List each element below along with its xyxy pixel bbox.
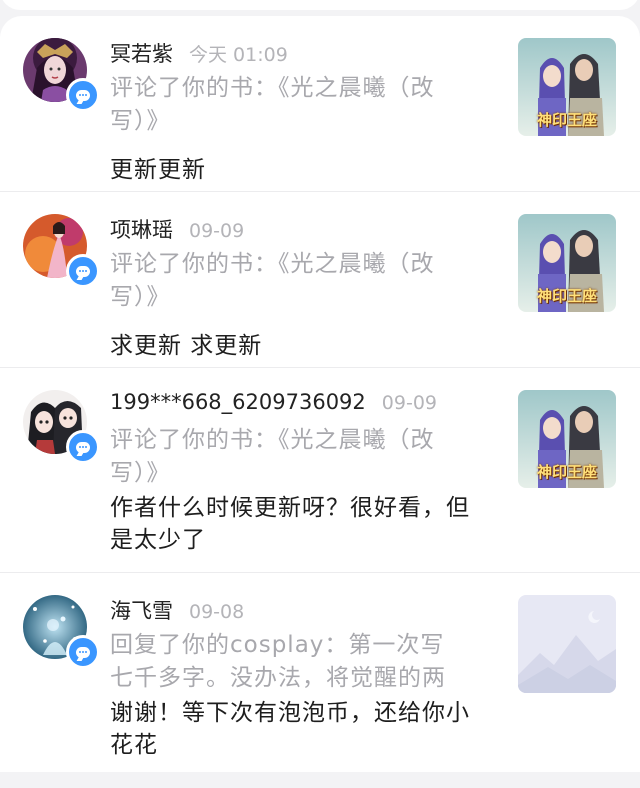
action-text: 回复了你的cosplay：第一次写七千多字。没办法，将觉醒的两集… <box>110 632 446 691</box>
comment-text: 谢谢！等下次有泡泡币，还给你小花花 <box>110 700 470 758</box>
timestamp: 09-09 <box>189 220 245 242</box>
user-name[interactable]: 项琳瑶 <box>110 214 173 244</box>
comment-badge-icon <box>66 635 100 669</box>
notification-list: 冥若紫 今天 01:09 评论了你的书：《光之晨曦（改写）》 更新更新 神印王座 <box>0 16 640 772</box>
action-text: 评论了你的书：《光之晨曦（改写）》 <box>110 75 435 134</box>
user-name[interactable]: 海飞雪 <box>110 595 173 625</box>
timestamp: 09-08 <box>189 601 245 623</box>
user-name[interactable]: 199***668_6209736092 <box>110 390 366 414</box>
comment-text: 求更新 求更新 <box>110 333 263 359</box>
book-cover-thumbnail[interactable]: 神印王座 <box>518 38 616 136</box>
comment-badge-icon <box>66 430 100 464</box>
top-strip <box>0 0 640 16</box>
placeholder-thumbnail[interactable] <box>518 595 616 693</box>
comment-text: 作者什么时候更新呀？很好看，但是太少了 <box>110 495 470 553</box>
notification-item[interactable]: 199***668_6209736092 09-09 评论了你的书：《光之晨曦（… <box>0 368 640 573</box>
notification-item[interactable]: 海飞雪 09-08 回复了你的cosplay：第一次写七千多字。没办法，将觉醒的… <box>0 573 640 772</box>
timestamp: 今天 01:09 <box>189 44 288 66</box>
notification-item[interactable]: 项琳瑶 09-09 评论了你的书：《光之晨曦（改写）》 求更新 求更新 神印王座 <box>0 192 640 368</box>
book-title-art: 神印王座 <box>536 287 597 305</box>
book-title-art: 神印王座 <box>536 463 597 481</box>
book-cover-thumbnail[interactable]: 神印王座 <box>518 390 616 488</box>
action-text: 评论了你的书：《光之晨曦（改写）》 <box>110 427 435 486</box>
book-title-art: 神印王座 <box>536 111 597 129</box>
comment-badge-icon <box>66 78 100 112</box>
comment-badge-icon <box>66 254 100 288</box>
notification-item[interactable]: 冥若紫 今天 01:09 评论了你的书：《光之晨曦（改写）》 更新更新 神印王座 <box>0 16 640 192</box>
user-name[interactable]: 冥若紫 <box>110 38 173 68</box>
placeholder-mountain-icon <box>518 595 616 693</box>
comment-text: 更新更新 <box>110 157 206 183</box>
timestamp: 09-09 <box>381 392 437 414</box>
book-cover-thumbnail[interactable]: 神印王座 <box>518 214 616 312</box>
action-text: 评论了你的书：《光之晨曦（改写）》 <box>110 251 435 310</box>
